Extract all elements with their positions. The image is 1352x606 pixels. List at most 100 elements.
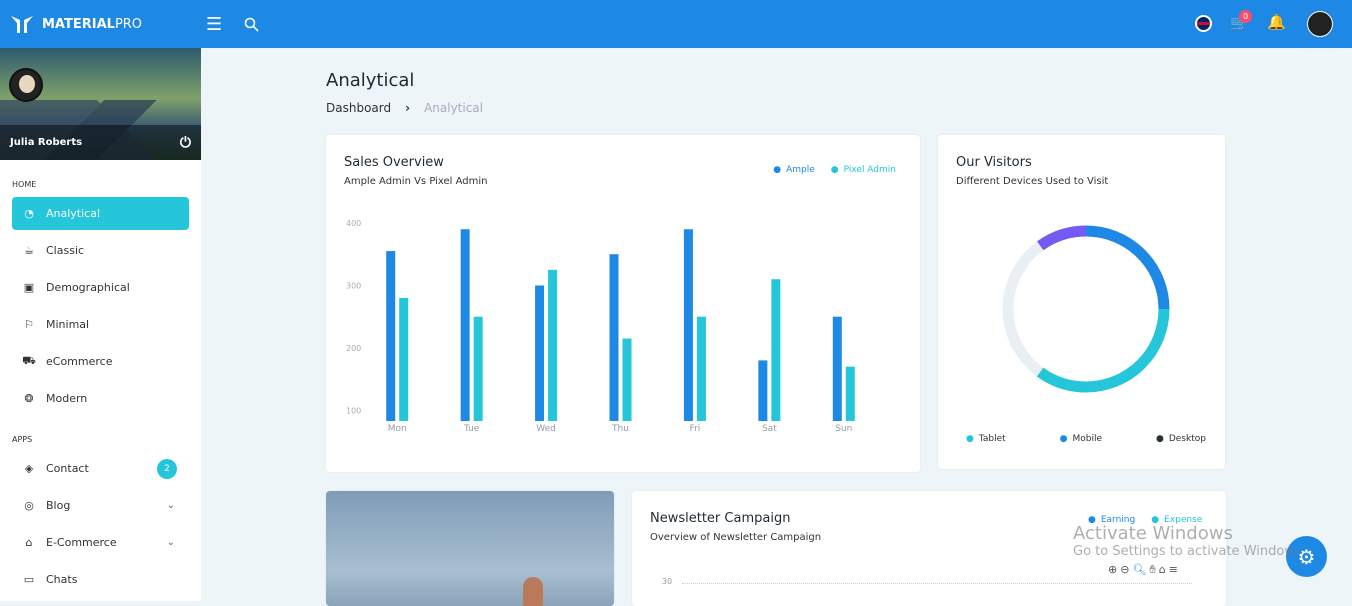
sidebar-item-label: Demographical: [46, 281, 130, 294]
sidebar-item-e-commerce[interactable]: ⌂ E-Commerce ⌄: [12, 526, 189, 559]
zoom-select-icon[interactable]: 🔍︎: [1132, 563, 1146, 577]
pie-chart-icon: ◔: [24, 207, 34, 220]
bar-ample-thu[interactable]: [609, 254, 619, 421]
zoom-in-icon[interactable]: ⊕: [1108, 563, 1117, 577]
our-visitors-card: Our Visitors Different Devices Used to V…: [938, 135, 1225, 469]
sidebar-item-minimal[interactable]: ⚐ Minimal: [12, 308, 189, 341]
x-tick-label: Mon: [388, 424, 407, 434]
chevron-down-icon: ⌄: [166, 500, 175, 511]
breadcrumb-dashboard[interactable]: Dashboard: [326, 101, 391, 115]
cart-icon: ⛟: [22, 354, 36, 367]
chevron-right-icon: ›: [405, 101, 411, 115]
sidebar-item-label: Chats: [46, 573, 78, 586]
bar-pixel-admin-thu[interactable]: [622, 338, 632, 421]
newsletter-campaign-card: Newsletter Campaign Overview of Newslett…: [632, 491, 1226, 606]
gridline: [682, 583, 1192, 584]
search-icon[interactable]: [244, 17, 259, 32]
bar-pixel-admin-mon[interactable]: [399, 297, 409, 421]
chart-legend: Earning Expense: [1088, 515, 1202, 525]
sidebar-item-classic[interactable]: ☕ Classic: [12, 234, 189, 267]
x-tick-label: Wed: [536, 424, 556, 434]
bar-ample-sun[interactable]: [832, 316, 842, 421]
sidebar-item-label: Classic: [46, 244, 85, 257]
page-title: Analytical: [326, 70, 415, 91]
card-title: Newsletter Campaign: [650, 511, 791, 526]
sidebar-item-ecommerce[interactable]: ⛟ eCommerce: [12, 345, 189, 378]
zoom-out-icon[interactable]: ⊖: [1120, 563, 1129, 577]
section-apps: APPS: [12, 435, 33, 444]
language-flag-icon[interactable]: [1195, 15, 1212, 32]
gear-icon: ⚙: [1297, 544, 1316, 569]
chevron-down-icon: ⌄: [166, 537, 175, 548]
sidebar-item-label: Blog: [46, 499, 71, 512]
aperture-icon: ❂: [24, 392, 34, 405]
sidebar-item-chats[interactable]: ▭ Chats: [12, 563, 189, 596]
message-icon: ▭: [23, 573, 35, 586]
brand-logo[interactable]: MATERIAL PRO: [10, 14, 200, 34]
logo-icon: [11, 16, 33, 33]
home-icon[interactable]: ⌂: [1159, 563, 1166, 577]
x-tick-label: Fri: [690, 424, 701, 434]
chrome-icon: ◎: [24, 499, 34, 512]
bar-pixel-admin-sat[interactable]: [771, 279, 781, 421]
legend-earning[interactable]: Earning: [1088, 515, 1135, 525]
sidebar-item-label: E-Commerce: [46, 536, 117, 549]
menu-icon[interactable]: ☰: [206, 14, 222, 35]
power-icon[interactable]: ⏻: [180, 135, 191, 151]
sidebar-item-contact[interactable]: ◈ Contact 2: [12, 452, 189, 485]
basket-icon: ⌂: [25, 536, 33, 549]
person-image: [523, 577, 543, 606]
sidebar: Julia Roberts ⏻ HOME ◔ Analytical ☕ Classic…: [0, 48, 201, 601]
sidebar-item-label: Minimal: [46, 318, 90, 331]
legend-expense[interactable]: Expense: [1151, 515, 1202, 525]
bar-ample-sat[interactable]: [758, 360, 768, 421]
pan-icon[interactable]: ✋︎: [1149, 563, 1155, 577]
box-icon: ◈: [24, 462, 34, 475]
bar-ample-mon[interactable]: [386, 251, 396, 421]
photo-card: [326, 491, 614, 606]
bar-ample-fri[interactable]: [683, 229, 693, 421]
chart-toolbar: ⊕ ⊖ 🔍︎ ✋︎ ⌂ ≡: [1108, 563, 1178, 577]
cart-count-badge: 0: [1239, 10, 1252, 23]
bar-ample-wed[interactable]: [535, 285, 545, 421]
sidebar-item-label: eCommerce: [46, 355, 113, 368]
bar-pixel-admin-tue[interactable]: [473, 316, 483, 421]
y-tick-label: 400: [346, 219, 361, 228]
sidebar-item-analytical[interactable]: ◔ Analytical: [12, 197, 189, 230]
sidebar-item-modern[interactable]: ❂ Modern: [12, 382, 189, 415]
menu-icon[interactable]: ≡: [1169, 563, 1178, 577]
x-tick-label: Tue: [463, 424, 480, 434]
x-tick-label: Sat: [762, 424, 777, 434]
bar-pixel-admin-sun[interactable]: [845, 366, 855, 421]
user-avatar[interactable]: [1307, 11, 1333, 37]
donut-legend: Tablet Mobile Desktop: [966, 434, 1206, 444]
visitors-donut-chart: [1002, 225, 1170, 393]
x-tick-label: Thu: [611, 424, 629, 434]
legend-desktop[interactable]: Desktop: [1156, 434, 1206, 444]
profile-banner: Julia Roberts ⏻: [0, 48, 201, 160]
bar-pixel-admin-wed[interactable]: [548, 269, 558, 421]
brand-name: MATERIAL: [42, 16, 115, 32]
breadcrumb: Dashboard › Analytical: [326, 101, 483, 115]
sidebar-item-label: Contact: [46, 462, 89, 475]
flag-icon: ⚐: [24, 318, 34, 331]
legend-tablet[interactable]: Tablet: [966, 434, 1006, 444]
sidebar-item-demographical[interactable]: ▣ Demographical: [12, 271, 189, 304]
settings-button[interactable]: ⚙: [1286, 536, 1327, 577]
sales-overview-card: Sales Overview Ample Admin Vs Pixel Admi…: [326, 135, 920, 472]
profile-avatar[interactable]: [9, 68, 43, 102]
card-subtitle: Overview of Newsletter Campaign: [650, 532, 822, 543]
profile-name[interactable]: Julia Roberts: [10, 137, 82, 148]
x-tick-label: Sun: [835, 424, 852, 434]
sidebar-item-blog[interactable]: ◎ Blog ⌄: [12, 489, 189, 522]
legend-mobile[interactable]: Mobile: [1060, 434, 1103, 444]
bar-ample-tue[interactable]: [460, 229, 470, 421]
breadcrumb-current: Analytical: [424, 101, 483, 115]
y-tick-label: 300: [346, 281, 361, 290]
bar-pixel-admin-fri[interactable]: [696, 316, 706, 421]
sidebar-item-label: Analytical: [46, 207, 101, 220]
cpu-icon: ▣: [23, 281, 35, 294]
section-home: HOME: [12, 180, 37, 189]
brand-suffix: PRO: [114, 16, 143, 32]
notification-bell-icon[interactable]: 🔔: [1267, 13, 1286, 31]
